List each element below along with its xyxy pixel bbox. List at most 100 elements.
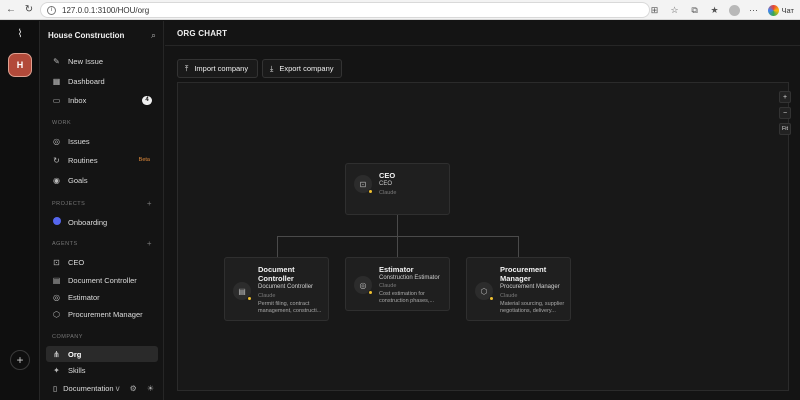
reload-icon[interactable]: ↻ <box>22 3 36 17</box>
node-name: Document Controller <box>258 265 295 283</box>
bot-icon: ⊡ <box>53 257 60 267</box>
translate-icon[interactable]: ⊞ <box>649 4 661 16</box>
status-dot <box>489 296 494 301</box>
bot-icon: ⊡ <box>354 175 373 194</box>
sidebar-item-label: Procurement Manager <box>68 309 143 319</box>
chevron-down-icon[interactable]: v <box>116 384 120 393</box>
sidebar-item-label: Dashboard <box>68 76 105 86</box>
sparkle-icon: ✦ <box>53 366 60 375</box>
target-icon: ◉ <box>53 175 60 185</box>
chat-button[interactable]: Чат <box>767 4 794 16</box>
add-project-icon[interactable]: + <box>147 200 152 208</box>
back-icon[interactable]: ← <box>4 3 18 17</box>
sidebar: House Construction ⌕ ✎ New Issue ▦ Dashb… <box>40 21 164 400</box>
node-description: Material sourcing, supplier negotiations… <box>500 301 565 314</box>
sidebar-item-agent-document-controller[interactable]: ▤ Document Controller <box>46 272 158 288</box>
sidebar-item-agent-ceo[interactable]: ⊡ CEO <box>46 254 158 270</box>
section-work: WORK <box>52 120 152 126</box>
org-icon: ⋔ <box>53 349 60 359</box>
org-chart-canvas[interactable]: + − Fit ⊡ CEO CEO Claude ▤ Document Cont… <box>177 82 791 391</box>
sidebar-item-routines[interactable]: ↻ Routines Beta <box>46 152 158 168</box>
company-rail: ⌇ H + <box>0 21 40 400</box>
more-menu-icon[interactable]: ⋯ <box>748 4 760 16</box>
node-role: Document Controller <box>258 284 314 290</box>
status-dot <box>368 189 373 194</box>
sidebar-item-agent-procurement-manager[interactable]: ⬡ Procurement Manager <box>46 306 158 322</box>
org-node-procurement-manager[interactable]: ⬡ Procurement Manager Procurement Manage… <box>466 257 571 321</box>
export-label: Export company <box>279 64 334 73</box>
gear-icon[interactable]: ⚙ <box>130 384 137 393</box>
upload-icon: ⤒ <box>185 63 189 73</box>
inbox-count-badge: 4 <box>142 95 152 105</box>
add-company-button[interactable]: + <box>10 350 30 370</box>
org-node-estimator[interactable]: ◎ Estimator Construction Estimator Claud… <box>345 257 450 311</box>
org-node-ceo[interactable]: ⊡ CEO CEO Claude <box>345 163 450 215</box>
bookmark-star-icon[interactable]: ☆ <box>669 4 681 16</box>
sidebar-item-label: Onboarding <box>68 217 108 227</box>
zoom-out-button[interactable]: − <box>779 107 791 119</box>
node-name: CEO <box>379 171 396 180</box>
beta-badge: Beta <box>138 157 150 163</box>
import-label: Import company <box>194 64 249 73</box>
project-color-dot <box>52 217 61 225</box>
sidebar-item-onboarding[interactable]: Onboarding <box>46 214 158 230</box>
search-icon[interactable]: ⌕ <box>151 30 156 41</box>
main-content: ORG CHART ⤒ Import company ⤓ Export comp… <box>165 21 800 400</box>
node-description: Cost estimation for construction phases,… <box>379 291 435 304</box>
org-node-document-controller[interactable]: ▤ Document Controller Document Controlle… <box>224 257 329 321</box>
section-company: COMPANY <box>52 334 152 340</box>
sidebar-item-label: Skills <box>68 366 86 375</box>
sidebar-item-new-issue[interactable]: ✎ New Issue <box>46 53 158 69</box>
connector-line <box>397 236 398 257</box>
pencil-icon: ✎ <box>53 56 60 66</box>
favorites-icon[interactable]: ★ <box>709 4 721 16</box>
section-label: WORK <box>52 120 72 126</box>
documentation-link[interactable]: Documentation <box>63 384 113 393</box>
sidebar-item-goals[interactable]: ◉ Goals <box>46 172 158 188</box>
status-dot <box>368 290 373 295</box>
sidebar-item-label: New Issue <box>68 56 104 66</box>
zoom-in-button[interactable]: + <box>779 91 791 103</box>
status-dot <box>247 296 252 301</box>
sidebar-item-issues[interactable]: ◎ Issues <box>46 133 158 149</box>
sidebar-item-label: CEO <box>68 257 85 267</box>
sidebar-item-org[interactable]: ⋔ Org <box>46 346 158 362</box>
theme-toggle-icon[interactable]: ☀ <box>147 384 154 393</box>
download-icon: ⤓ <box>270 63 274 73</box>
box-icon: ⬡ <box>53 309 60 319</box>
sidebar-header: House Construction ⌕ <box>48 29 156 41</box>
sidebar-item-inbox[interactable]: ▭ Inbox 4 <box>46 92 158 108</box>
sidebar-item-dashboard[interactable]: ▦ Dashboard <box>46 73 158 89</box>
export-company-button[interactable]: ⤓ Export company <box>262 59 342 78</box>
grid-icon: ▦ <box>52 76 61 86</box>
node-role: Construction Estimator <box>379 275 440 281</box>
section-label: COMPANY <box>52 334 83 340</box>
sidebar-item-label: Org <box>68 349 82 359</box>
node-role: Procurement Manager <box>500 284 560 290</box>
extensions-icon[interactable]: ⧉ <box>689 4 701 16</box>
profile-avatar[interactable] <box>728 4 740 16</box>
section-label: AGENTS <box>52 241 78 247</box>
connector-line <box>518 236 519 257</box>
sidebar-item-label: Goals <box>68 175 88 185</box>
address-bar[interactable]: i 127.0.0.1:3100/HOU/org <box>40 2 650 18</box>
node-role: CEO <box>379 181 393 187</box>
site-info-icon[interactable]: i <box>47 5 56 15</box>
fit-button[interactable]: Fit <box>779 123 791 135</box>
page-title: ORG CHART <box>177 29 228 38</box>
node-adapter: Claude <box>500 293 518 299</box>
book-icon: ▯ <box>53 383 58 393</box>
sidebar-item-agent-estimator[interactable]: ◎ Estimator <box>46 289 158 305</box>
section-label: PROJECTS <box>52 201 86 207</box>
sidebar-item-label: Document Controller <box>68 275 137 285</box>
import-company-button[interactable]: ⤒ Import company <box>177 59 258 78</box>
repeat-icon: ↻ <box>53 155 60 165</box>
add-agent-icon[interactable]: + <box>147 240 152 248</box>
node-name: Procurement Manager <box>500 265 547 283</box>
company-avatar[interactable]: H <box>8 53 32 77</box>
browser-actions: ⊞ ☆ ⧉ ★ ⋯ Чат <box>649 3 794 17</box>
connector-line <box>277 236 278 257</box>
sidebar-item-skills[interactable]: ✦ Skills <box>46 366 158 376</box>
sidebar-item-label: Routines <box>68 155 98 165</box>
section-agents: AGENTS + <box>52 240 152 248</box>
